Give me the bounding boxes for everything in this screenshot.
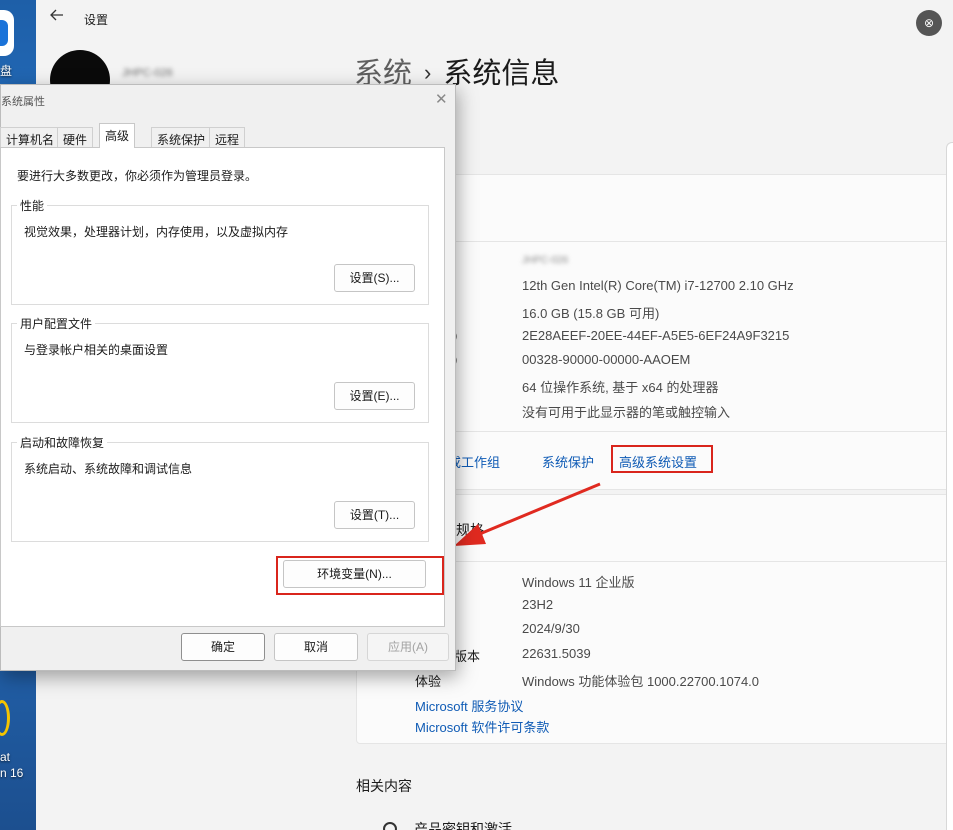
chevron-right-icon: › bbox=[424, 60, 432, 85]
startup-recovery-settings-button[interactable]: 设置(T)... bbox=[334, 501, 415, 529]
app-title: 设置 bbox=[84, 13, 109, 27]
key-icon bbox=[383, 822, 397, 830]
desktop-app-icon-inner bbox=[0, 20, 8, 46]
spec-value-install-date: 2024/9/30 bbox=[522, 621, 580, 636]
spec-value-os-build: 22631.5039 bbox=[522, 646, 591, 661]
tab-remote[interactable]: 远程 bbox=[209, 127, 246, 147]
page-title: 系统信息 bbox=[443, 58, 560, 90]
spec-value-experience: Windows 功能体验包 1000.22700.1074.0 bbox=[522, 674, 760, 689]
spec-value-processor: 12th Gen Intel(R) Core(TM) i7-12700 2.10… bbox=[522, 278, 794, 293]
tab-hardware[interactable]: 硬件 bbox=[57, 127, 94, 147]
desktop-icon-label: 盘 bbox=[0, 64, 13, 78]
cancel-button[interactable]: 取消 bbox=[274, 633, 358, 661]
group-description: 视觉效果，处理器计划，内存使用，以及虚拟内存 bbox=[24, 225, 289, 239]
user-profiles-settings-button[interactable]: 设置(E)... bbox=[334, 382, 415, 410]
tab-system-protection[interactable]: 系统保护 bbox=[151, 127, 212, 147]
desktop-app-icon[interactable] bbox=[0, 10, 14, 56]
close-icon[interactable]: ✕ bbox=[435, 90, 448, 108]
spec-value-edition: Windows 11 企业版 bbox=[522, 575, 635, 590]
related-content-title: 相关内容 bbox=[356, 778, 412, 794]
desktop-icon-label-2: at bbox=[0, 750, 11, 764]
service-agreement-link[interactable]: Microsoft 服务协议 bbox=[415, 696, 523, 715]
spec-value-product-id: 00328-90000-00000-AAOEM bbox=[522, 352, 691, 367]
desktop-icon-label-3: n 16 bbox=[0, 766, 24, 780]
spec-value-pen-touch: 没有可用于此显示器的笔或触控输入 bbox=[522, 405, 731, 420]
desktop-app-icon-2[interactable] bbox=[0, 700, 10, 736]
performance-group: 性能 视觉效果，处理器计划，内存使用，以及虚拟内存 设置(S)... bbox=[11, 197, 429, 305]
performance-settings-button[interactable]: 设置(S)... bbox=[334, 264, 415, 292]
spec-value-device-name: JHPC-026 bbox=[522, 255, 569, 266]
spec-value-device-id: 2E28AEEF-20EE-44EF-A5E5-6EF24A9F3215 bbox=[522, 328, 790, 343]
product-key-link[interactable]: 产品密钥和激活 bbox=[414, 819, 512, 830]
account-name: JHPC-026 bbox=[122, 67, 173, 79]
ok-button[interactable]: 确定 bbox=[181, 633, 265, 661]
side-panel-edge bbox=[946, 142, 953, 830]
highlight-box bbox=[276, 556, 444, 595]
annotation-arrow-icon bbox=[454, 482, 601, 546]
screenshot-tool-icon[interactable]: ⊗ bbox=[916, 10, 942, 36]
user-profiles-group: 用户配置文件 与登录帐户相关的桌面设置 设置(E)... bbox=[11, 315, 429, 423]
spec-value-system-type: 64 位操作系统, 基于 x64 的处理器 bbox=[522, 380, 719, 395]
tab-computer-name[interactable]: 计算机名 bbox=[0, 127, 61, 147]
tab-advanced[interactable]: 高级 bbox=[99, 123, 136, 148]
license-terms-link[interactable]: Microsoft 软件许可条款 bbox=[415, 717, 549, 736]
startup-recovery-group: 启动和故障恢复 系统启动、系统故障和调试信息 设置(T)... bbox=[11, 434, 429, 542]
spec-value-ram: 16.0 GB (15.8 GB 可用) bbox=[522, 306, 660, 321]
system-protection-link[interactable]: 系统保护 bbox=[542, 452, 594, 471]
spec-value-version: 23H2 bbox=[522, 597, 554, 612]
arrow-left-icon bbox=[50, 9, 63, 21]
spec-label: 体验 bbox=[415, 674, 442, 689]
dialog-title: 系统属性 bbox=[1, 96, 45, 108]
group-title: 性能 bbox=[17, 197, 48, 214]
highlight-box bbox=[611, 445, 713, 473]
system-properties-dialog: 系统属性 ✕ 计算机名 硬件 高级 系统保护 远程 要进行大多数更改，你必须作为… bbox=[0, 84, 456, 671]
apply-button[interactable]: 应用(A) bbox=[367, 633, 449, 661]
group-title: 用户配置文件 bbox=[17, 315, 96, 332]
admin-notice: 要进行大多数更改，你必须作为管理员登录。 bbox=[17, 169, 258, 183]
group-description: 系统启动、系统故障和调试信息 bbox=[24, 462, 193, 476]
group-title: 启动和故障恢复 bbox=[17, 434, 108, 451]
group-description: 与登录帐户相关的桌面设置 bbox=[24, 343, 169, 357]
back-button[interactable] bbox=[50, 8, 72, 28]
